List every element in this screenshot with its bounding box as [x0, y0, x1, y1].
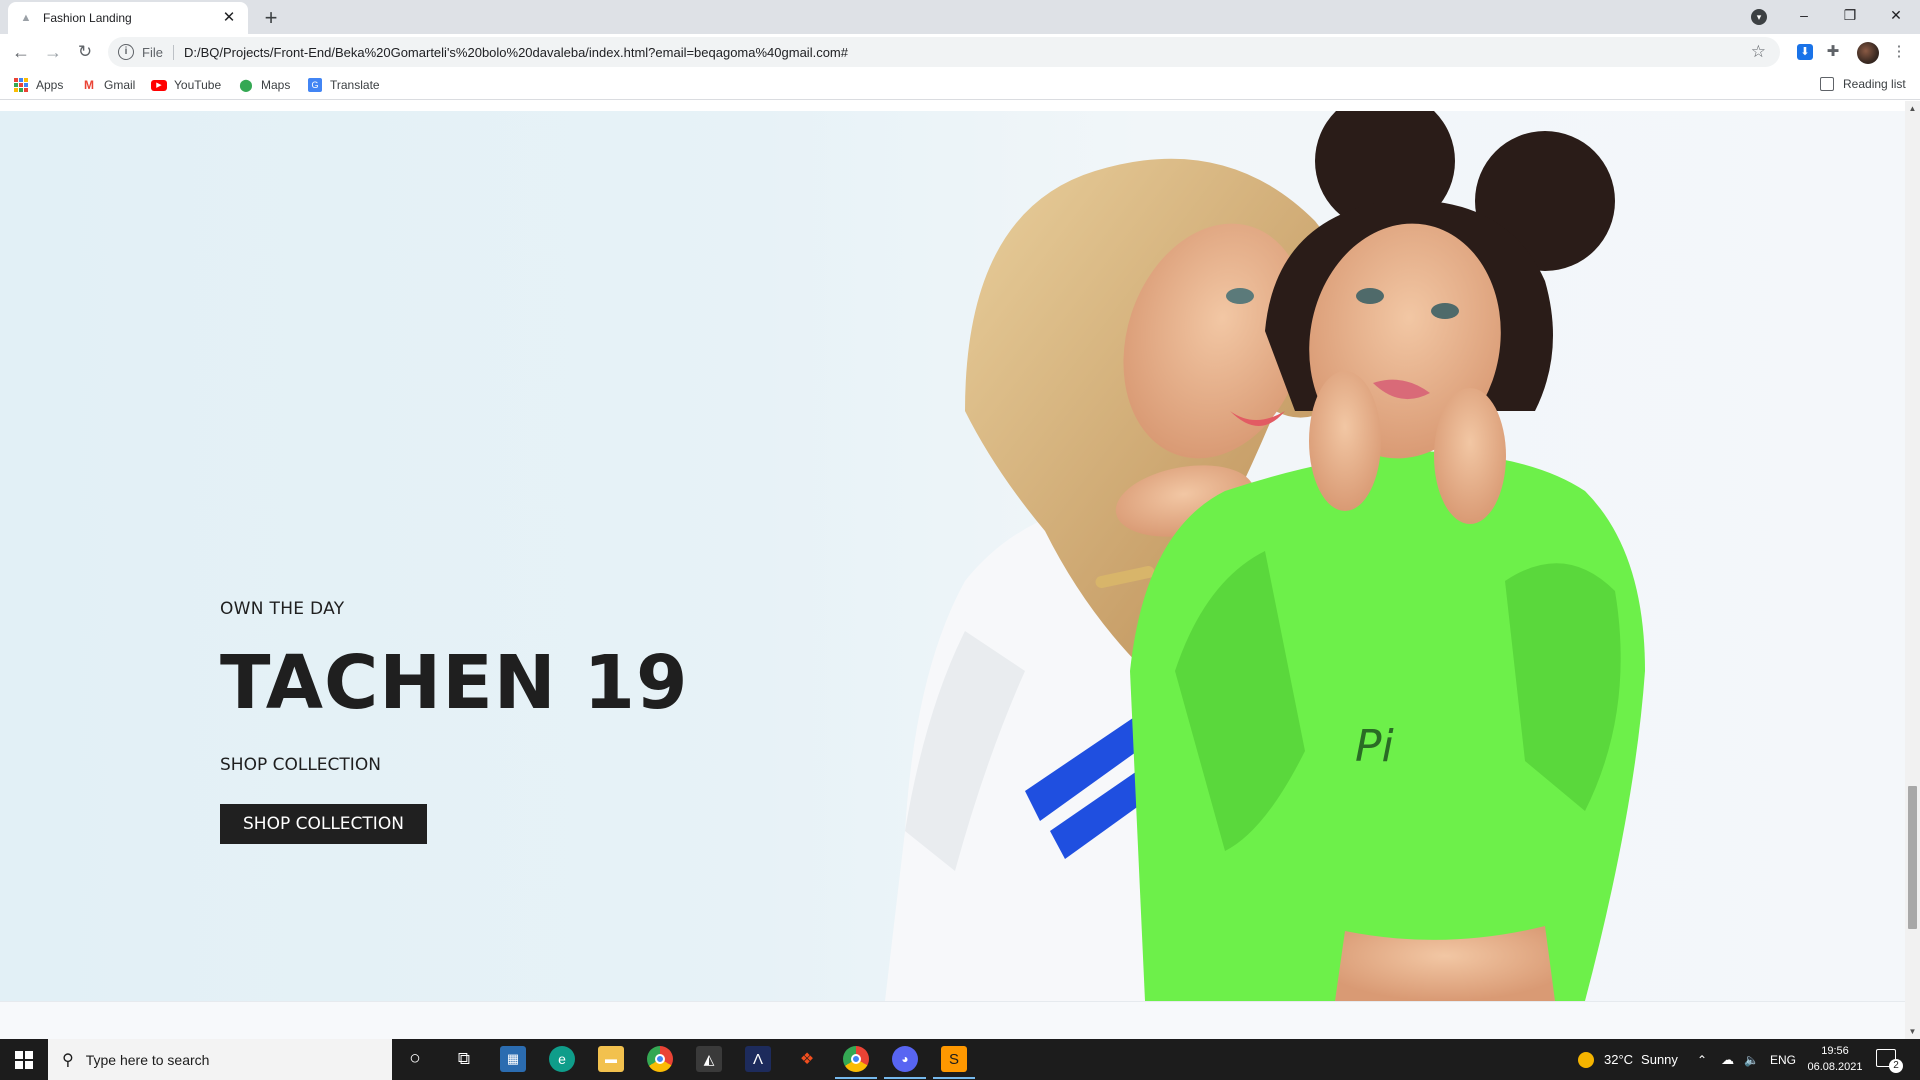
- reading-list-label: Reading list: [1843, 77, 1906, 91]
- affinity-icon[interactable]: Λ: [745, 1046, 771, 1072]
- inkscape-icon[interactable]: ◭: [696, 1046, 722, 1072]
- calculator-icon[interactable]: ▦: [500, 1046, 526, 1072]
- hero-text-block: OWN THE DAY TACHEN 19 SHOP COLLECTION SH…: [220, 599, 688, 844]
- chrome-icon[interactable]: [647, 1046, 673, 1072]
- chrome-active-icon[interactable]: [835, 1046, 877, 1079]
- menu-kebab-icon[interactable]: ⋮: [1889, 42, 1909, 62]
- translate-icon: G: [307, 77, 323, 93]
- scroll-up-arrow-icon[interactable]: ▲: [1905, 101, 1920, 116]
- sublime-icon[interactable]: S: [933, 1046, 975, 1079]
- bookmark-translate[interactable]: G Translate: [307, 77, 380, 93]
- browser-toolbar: ← → ↻ i File D:/BQ/Projects/Front-End/Be…: [0, 34, 1920, 70]
- hero-headline: TACHEN 19: [220, 640, 689, 726]
- clock-date: 06.08.2021: [1807, 1061, 1863, 1073]
- discord-icon[interactable]: ◕: [884, 1046, 926, 1079]
- bookmark-label: Apps: [36, 78, 64, 92]
- bookmark-label: YouTube: [174, 78, 222, 92]
- shop-collection-button[interactable]: SHOP COLLECTION: [220, 804, 427, 844]
- edge-icon[interactable]: e: [549, 1046, 575, 1072]
- bookmark-apps[interactable]: Apps: [13, 77, 63, 93]
- bookmarks-bar: Apps M Gmail ▶ YouTube ⬤ Maps G Translat…: [0, 70, 1920, 100]
- hero-photo-models: Pi: [885, 111, 1645, 1001]
- weather-temp: 32°C: [1604, 1052, 1634, 1067]
- scrollbar-thumb[interactable]: [1908, 786, 1917, 929]
- window-close-button[interactable]: ✕: [1873, 0, 1919, 30]
- tab-search-icon[interactable]: ▾: [1751, 9, 1767, 25]
- start-button[interactable]: [0, 1039, 48, 1080]
- bookmark-gmail[interactable]: M Gmail: [81, 77, 135, 93]
- back-arrow-icon[interactable]: ←: [7, 38, 35, 66]
- chevron-up-icon[interactable]: ⌃: [1697, 1053, 1707, 1067]
- task-view-icon[interactable]: ⧉: [451, 1046, 477, 1072]
- notification-count: 2: [1889, 1059, 1903, 1073]
- reading-list-icon: [1820, 77, 1834, 91]
- windows-logo-icon: [15, 1050, 33, 1069]
- tab-close-icon[interactable]: ✕: [220, 9, 238, 27]
- bookmark-label: Maps: [261, 78, 291, 92]
- url-text[interactable]: D:/BQ/Projects/Front-End/Beka%20Gomartel…: [184, 45, 848, 60]
- next-section-edge: [0, 1001, 1905, 1039]
- bookmark-star-icon[interactable]: ☆: [1751, 42, 1766, 62]
- page-viewport: Pi OWN THE DAY TACHEN 19 SHOP COLLECTION…: [0, 101, 1920, 1039]
- address-bar[interactable]: i File D:/BQ/Projects/Front-End/Beka%20G…: [108, 37, 1780, 67]
- hero-section: Pi OWN THE DAY TACHEN 19 SHOP COLLECTION…: [0, 111, 1905, 1001]
- weather-condition: Sunny: [1641, 1052, 1678, 1067]
- file-explorer-icon[interactable]: ▬: [598, 1046, 624, 1072]
- notifications-icon[interactable]: 2: [1876, 1049, 1903, 1073]
- gmail-icon: M: [84, 78, 94, 92]
- forward-arrow-icon[interactable]: →: [39, 38, 67, 66]
- apps-grid-icon: [13, 77, 29, 93]
- extension-download-icon[interactable]: ⬇: [1797, 44, 1813, 60]
- language-indicator[interactable]: ENG: [1770, 1039, 1796, 1080]
- youtube-icon: ▶: [151, 77, 167, 93]
- scheme-label: File: [142, 44, 174, 60]
- new-tab-button[interactable]: +: [258, 5, 284, 31]
- windows-taskbar: ⚲ Type here to search ○ ⧉ ▦ e ▬ ◭ Λ ❖ ◕ …: [0, 1039, 1920, 1080]
- svg-text:Pi: Pi: [1355, 721, 1395, 772]
- minimize-button[interactable]: –: [1781, 0, 1827, 30]
- tray-icons: ⌃ ☁ 🔈: [1697, 1039, 1759, 1080]
- clock-time: 19:56: [1821, 1045, 1849, 1057]
- search-icon: ⚲: [62, 1051, 74, 1069]
- system-clock[interactable]: 19:56 06.08.2021: [1806, 1043, 1864, 1075]
- reload-icon[interactable]: ↻: [71, 38, 99, 66]
- hero-subheading: SHOP COLLECTION: [220, 755, 381, 775]
- cortana-icon[interactable]: ○: [402, 1046, 428, 1072]
- page-scrollbar[interactable]: ▲ ▼: [1905, 101, 1920, 1039]
- bookmark-maps[interactable]: ⬤ Maps: [238, 77, 290, 93]
- hero-kicker: OWN THE DAY: [220, 599, 345, 619]
- extensions-puzzle-icon[interactable]: ✚: [1823, 42, 1843, 62]
- sun-icon: [1578, 1051, 1594, 1068]
- restore-button[interactable]: ❐: [1827, 0, 1873, 30]
- tab-title: Fashion Landing: [43, 11, 132, 25]
- figma-icon[interactable]: ❖: [794, 1046, 820, 1072]
- bookmark-label: Translate: [330, 78, 380, 92]
- maps-pin-icon: ⬤: [239, 78, 253, 92]
- scroll-down-arrow-icon[interactable]: ▼: [1905, 1024, 1920, 1039]
- taskbar-search-box[interactable]: ⚲ Type here to search: [48, 1039, 392, 1080]
- site-info-icon[interactable]: i: [118, 44, 134, 60]
- bookmark-label: Gmail: [104, 78, 136, 92]
- cloud-icon[interactable]: ☁: [1721, 1052, 1734, 1068]
- page-favicon-icon: ▲: [20, 12, 32, 24]
- bookmark-youtube[interactable]: ▶ YouTube: [151, 77, 221, 93]
- reading-list-button[interactable]: Reading list: [1820, 77, 1906, 91]
- profile-avatar[interactable]: [1857, 42, 1879, 64]
- search-placeholder: Type here to search: [85, 1051, 210, 1068]
- browser-tab-active[interactable]: ▲ Fashion Landing ✕: [8, 2, 248, 34]
- weather-widget[interactable]: 32°C Sunny: [1578, 1039, 1678, 1080]
- tab-strip: ▲ Fashion Landing ✕ + ▾ – ❐ ✕: [0, 0, 1920, 34]
- volume-icon[interactable]: 🔈: [1744, 1053, 1759, 1067]
